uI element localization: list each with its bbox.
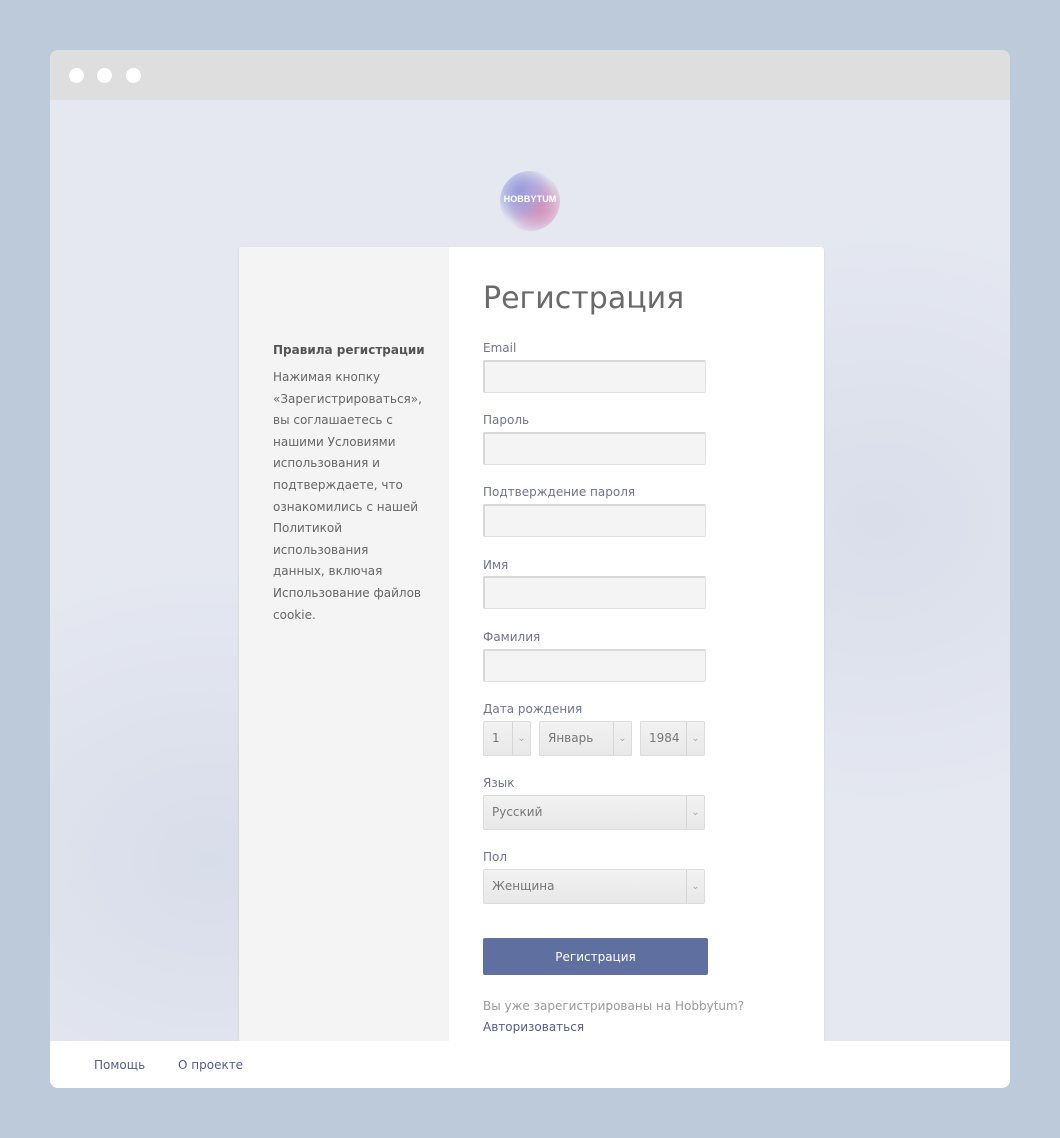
already-registered-text: Вы уже зарегистрированы на Hobbytum?	[483, 999, 745, 1013]
window-titlebar	[50, 50, 1010, 100]
chevron-down-icon: ⌄	[686, 796, 704, 829]
birth-date-label: Дата рождения	[483, 702, 583, 716]
rules-text: Нажимая кнопку «Зарегистрироваться», вы …	[273, 370, 422, 622]
birth-year-value: 1984	[649, 731, 680, 745]
birth-day-select[interactable]: 1 ⌄	[483, 721, 531, 756]
window-close-dot[interactable]	[69, 68, 84, 83]
gender-value: Женщина	[492, 879, 555, 893]
language-label: Язык	[483, 776, 515, 790]
birth-month-value: Январь	[548, 731, 594, 745]
password-label: Пароль	[483, 413, 530, 427]
gender-select[interactable]: Женщина ⌄	[483, 869, 705, 904]
password-field[interactable]	[483, 432, 706, 465]
footer-help-link[interactable]: Помощь	[94, 1058, 145, 1072]
footer-about-link[interactable]: О проекте	[178, 1058, 243, 1072]
rules-title: Правила регистрации	[273, 343, 425, 357]
logo-text: HOBBYTUM	[503, 194, 557, 204]
chevron-down-icon: ⌄	[613, 722, 631, 755]
first-name-label: Имя	[483, 558, 509, 572]
page-title: Регистрация	[483, 281, 685, 316]
first-name-field[interactable]	[483, 576, 706, 609]
last-name-field[interactable]	[483, 649, 706, 682]
language-select[interactable]: Русский ⌄	[483, 795, 705, 830]
email-field[interactable]	[483, 360, 706, 393]
birth-month-select[interactable]: Январь ⌄	[539, 721, 632, 756]
chevron-down-icon: ⌄	[686, 722, 704, 755]
registration-card: Правила регистрации Нажимая кнопку «Заре…	[239, 247, 824, 1074]
password-confirm-field[interactable]	[483, 504, 706, 537]
rules-panel: Правила регистрации Нажимая кнопку «Заре…	[239, 247, 449, 1074]
footer: Помощь О проекте	[50, 1041, 1010, 1088]
gender-label: Пол	[483, 850, 508, 864]
birth-year-select[interactable]: 1984 ⌄	[640, 721, 705, 756]
browser-window: HOBBYTUM Правила регистрации Нажимая кно…	[50, 50, 1010, 1088]
window-maximize-dot[interactable]	[126, 68, 141, 83]
password-confirm-label: Подтверждение пароля	[483, 485, 636, 499]
language-value: Русский	[492, 805, 543, 819]
birth-day-value: 1	[492, 731, 500, 745]
hobbytum-logo[interactable]: HOBBYTUM	[500, 171, 560, 231]
page-content: HOBBYTUM Правила регистрации Нажимая кно…	[50, 100, 1010, 1074]
chevron-down-icon: ⌄	[686, 870, 704, 903]
last-name-label: Фамилия	[483, 630, 541, 644]
login-link[interactable]: Авторизоваться	[483, 1020, 584, 1034]
email-label: Email	[483, 341, 517, 355]
chevron-down-icon: ⌄	[512, 722, 530, 755]
register-button[interactable]: Регистрация	[483, 938, 708, 975]
window-minimize-dot[interactable]	[97, 68, 112, 83]
